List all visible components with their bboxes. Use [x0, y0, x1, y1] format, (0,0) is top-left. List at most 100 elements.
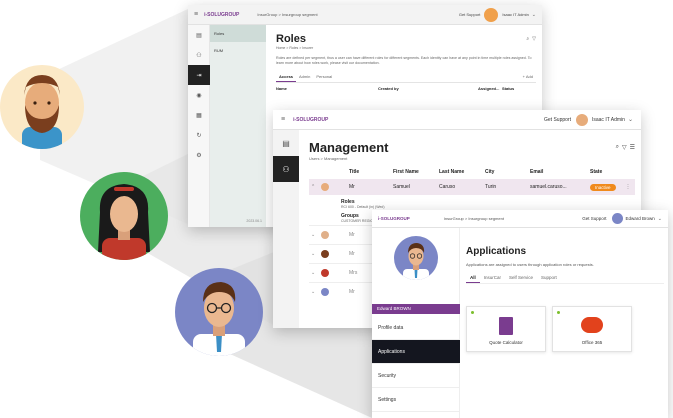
- user-name[interactable]: Isaac IT Admin: [502, 12, 528, 17]
- col-status[interactable]: Status: [502, 86, 514, 91]
- user-name[interactable]: Edward Brown: [626, 216, 655, 221]
- avatar-woman: [80, 172, 168, 260]
- menu-icon[interactable]: ≡: [194, 11, 198, 18]
- nav-settings[interactable]: Settings: [372, 388, 460, 412]
- cell-first-name: Samuel: [393, 184, 410, 190]
- app-logo: i-SOLUGROUP: [378, 216, 410, 221]
- menu-icon[interactable]: ≡: [281, 116, 285, 123]
- cell-title: Mr: [349, 289, 355, 295]
- applications-topbar: i-SOLUGROUP InsurGroup > Insurgroup segm…: [372, 210, 668, 228]
- applications-window: i-SOLUGROUP InsurGroup > Insurgroup segm…: [372, 210, 668, 418]
- nav-security[interactable]: Security: [372, 364, 460, 388]
- col-state[interactable]: State: [590, 169, 602, 175]
- filter-icon[interactable]: ▽: [532, 36, 536, 42]
- users-icon[interactable]: ⚇: [273, 156, 299, 182]
- tab-admin[interactable]: Admin: [296, 72, 313, 82]
- grid-icon[interactable]: ▦: [188, 105, 210, 125]
- breadcrumb: InsurGroup > Insurgroup segment: [444, 216, 504, 221]
- get-support-link[interactable]: Get Support: [459, 12, 481, 17]
- more-icon[interactable]: ⋮: [626, 184, 631, 190]
- col-first-name[interactable]: First Name: [393, 169, 439, 175]
- roles-topbar: ≡ i-SOLUGROUP InsurGroup > Insurgroup se…: [188, 5, 542, 25]
- breadcrumb: InsurGroup > Insurgroup segment: [257, 12, 317, 17]
- filter-icon[interactable]: ▽: [622, 144, 627, 151]
- profile-panel: Edward BROWN Profile data Applications S…: [372, 228, 460, 418]
- app-name: Quote Calculator: [489, 340, 523, 345]
- chevron-down-icon[interactable]: ⌄: [532, 12, 536, 18]
- calculator-doc-icon: [499, 317, 513, 335]
- col-name[interactable]: Name: [276, 86, 378, 91]
- col-title[interactable]: Title: [349, 169, 393, 175]
- roles-icon-rail: ▤ ⚇ ⇥ ◉ ▦ ↻ ⚙: [188, 25, 210, 227]
- nav-applications[interactable]: Applications: [372, 340, 460, 364]
- chevron-down-icon[interactable]: ⌄: [658, 216, 662, 222]
- management-icon-rail: ▤ ⚇: [273, 130, 299, 328]
- users-icon[interactable]: ⚇: [188, 45, 210, 65]
- user-name[interactable]: Isaac IT Admin: [592, 117, 625, 123]
- app-name: Office 365: [581, 340, 603, 345]
- profile-avatar: [394, 236, 438, 280]
- tab-insurcar[interactable]: InsurCar: [480, 273, 505, 283]
- tab-access[interactable]: Access: [276, 72, 297, 82]
- document-icon[interactable]: ▤: [188, 25, 210, 45]
- status-dot: [471, 311, 474, 314]
- tab-all[interactable]: All: [466, 273, 480, 283]
- breadcrumb-separator: >: [278, 12, 281, 17]
- app-card-office-365[interactable]: Office 365: [552, 306, 632, 352]
- tab-self-service[interactable]: Self Service: [505, 273, 537, 283]
- col-last-name[interactable]: Last Name: [439, 169, 485, 175]
- roles-tabs: Access Admin Personal + Add: [276, 72, 536, 83]
- breadcrumb-company[interactable]: InsurGroup: [444, 216, 464, 221]
- settings-icon[interactable]: ⚙: [188, 145, 210, 165]
- col-city[interactable]: City: [485, 169, 530, 175]
- breadcrumb-segment[interactable]: Insurgroup segment: [282, 12, 318, 17]
- breadcrumb-company[interactable]: InsurGroup: [257, 12, 277, 17]
- row-avatar: [321, 183, 329, 191]
- user-avatar[interactable]: [575, 113, 588, 126]
- management-topbar: ≡ i-SOLUGROUP Get Support Isaac IT Admin…: [273, 110, 641, 130]
- user-avatar[interactable]: [484, 7, 499, 22]
- applications-main: Applications Applications are assigned t…: [462, 228, 668, 418]
- app-card-quote-calculator[interactable]: Quote Calculator: [466, 306, 546, 352]
- chevron-down-icon[interactable]: ⌄: [628, 116, 633, 123]
- roles-value: RCI 600 - Default (in) (Wed): [341, 205, 385, 209]
- col-assigned[interactable]: Assigned...: [478, 86, 502, 91]
- office-cloud-icon: [581, 317, 603, 333]
- user-avatar[interactable]: [611, 213, 623, 224]
- status-badge: Inactive: [590, 183, 616, 191]
- col-email[interactable]: Email: [530, 169, 590, 175]
- side-item-rum[interactable]: RUM: [210, 42, 266, 59]
- marketing-composite: ≡ i-SOLUGROUP InsurGroup > Insurgroup se…: [0, 0, 673, 418]
- cell-email: samuel.caruso...: [530, 184, 567, 190]
- breadcrumb-segment[interactable]: Insurgroup segment: [468, 216, 504, 221]
- cell-city: Turin: [485, 184, 497, 190]
- users-table-header: Title First Name Last Name City Email St…: [309, 169, 635, 175]
- search-icon[interactable]: ⌕: [616, 144, 619, 151]
- page-subtitle: Users > Management: [309, 156, 348, 161]
- login-icon[interactable]: ⇥: [188, 65, 210, 85]
- tab-support[interactable]: Support: [537, 273, 561, 283]
- get-support-link[interactable]: Get Support: [544, 117, 571, 123]
- eye-icon[interactable]: ◉: [188, 85, 210, 105]
- refresh-icon[interactable]: ↻: [188, 125, 210, 145]
- app-logo: i-SOLUGROUP: [293, 116, 329, 123]
- cell-last-name: Caruso: [439, 184, 456, 190]
- page-title: Management: [309, 140, 389, 155]
- add-button[interactable]: + Add: [520, 72, 536, 82]
- get-support-link[interactable]: Get Support: [582, 216, 606, 221]
- document-icon[interactable]: ▤: [273, 130, 299, 156]
- roles-table-header: Name Created by Assigned... Status: [276, 86, 536, 91]
- cell-title: Mrs: [349, 270, 358, 276]
- columns-icon[interactable]: ☰: [630, 144, 635, 151]
- side-item-roles[interactable]: Roles: [210, 25, 266, 42]
- col-created-by[interactable]: Created by: [378, 86, 478, 91]
- search-icon[interactable]: ⌕: [526, 36, 529, 42]
- nav-profile-data[interactable]: Profile data: [372, 316, 460, 340]
- page-description: Applications are assigned to users throu…: [466, 262, 594, 267]
- chevron-up-icon[interactable]: ⌃: [311, 184, 321, 190]
- table-row-expanded[interactable]: ⌃ Mr Samuel Caruso Turin samuel.caruso..…: [309, 179, 635, 195]
- version-label: 2023.06.1: [246, 219, 262, 223]
- tab-personal[interactable]: Personal: [313, 72, 335, 82]
- page-title: Applications: [466, 246, 527, 257]
- page-description: Roles are defined per segment, thus a us…: [276, 56, 532, 65]
